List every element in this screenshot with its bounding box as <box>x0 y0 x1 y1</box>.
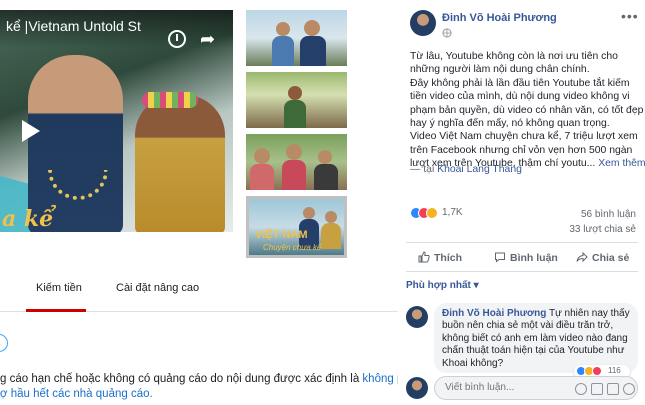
watch-later-icon[interactable] <box>168 30 186 48</box>
more-options-icon[interactable]: ••• <box>621 8 639 24</box>
thumbnail-option-selected[interactable]: VIỆT NAM Chuyện chưa kể <box>246 196 347 258</box>
commenter-avatar[interactable] <box>406 306 428 328</box>
thumbnail-option-2[interactable] <box>246 72 347 128</box>
play-icon[interactable] <box>14 116 44 146</box>
comments-count[interactable]: 56 bình luận <box>410 209 636 220</box>
settings-tabs: Kiếm tiền Cài đặt nâng cao <box>0 272 398 312</box>
emoji-icon[interactable] <box>575 383 587 395</box>
tab-monetization[interactable]: Kiếm tiền <box>36 282 82 294</box>
comment-author[interactable]: Đinh Võ Hoài Phương <box>442 308 546 319</box>
youtube-studio-panel: a kể kể |Vietnam Untold St ➦ VIỆT NAM Ch… <box>0 0 398 405</box>
active-tab-indicator <box>26 309 86 312</box>
post-actions-bar: Thích Bình luận Chia sẻ <box>406 242 638 272</box>
thumbnail-overlay-title: VIỆT NAM <box>255 229 308 241</box>
thumbs-up-icon <box>418 251 430 263</box>
notice-line-1: g cáo hạn chế hoặc không có quảng cáo do… <box>0 372 398 387</box>
author-avatar[interactable] <box>410 10 436 36</box>
location-link[interactable]: Khoai Lang Thang <box>437 164 522 175</box>
thumbnail-options: VIỆT NAM Chuyện chưa kể <box>246 10 349 264</box>
comment-filter-dropdown[interactable]: Phù hợp nhất ▾ <box>406 280 479 291</box>
comment-button[interactable]: Bình luận <box>494 251 558 264</box>
thumbnail-option-1[interactable] <box>246 10 347 66</box>
shares-count[interactable]: 33 lượt chia sẻ <box>410 224 636 235</box>
thumbnail-script-text: a kể <box>2 206 54 232</box>
post-author[interactable]: Đinh Võ Hoài Phương <box>442 12 557 24</box>
share-icon[interactable]: ➦ <box>200 29 215 50</box>
share-button[interactable]: Chia sẻ <box>576 251 629 264</box>
gif-icon[interactable] <box>607 383 619 395</box>
comment-bubble: Đinh Võ Hoài Phương Tự nhiên nay thấy bu… <box>434 303 638 373</box>
flower-crown <box>142 92 198 108</box>
see-more-link[interactable]: Xem thêm <box>598 158 645 169</box>
facebook-post: Đinh Võ Hoài Phương ••• Từ lâu, Youtube … <box>398 0 645 405</box>
post-body: Từ lâu, Youtube không còn là nơi ưu tiên… <box>410 51 645 170</box>
notice-link[interactable]: không phù <box>362 373 398 385</box>
tab-advanced-settings[interactable]: Cài đặt nâng cao <box>116 282 199 294</box>
public-globe-icon <box>442 28 452 38</box>
post-location: — tại Khoai Lang Thang <box>410 164 522 175</box>
write-comment-box[interactable] <box>434 376 638 400</box>
camera-icon[interactable] <box>591 383 603 395</box>
like-button[interactable]: Thích <box>418 251 462 264</box>
current-user-avatar <box>406 377 428 399</box>
thumbnail-option-3[interactable] <box>246 134 347 190</box>
comment-icon <box>495 252 505 263</box>
video-player[interactable]: a kể kể |Vietnam Untold St ➦ <box>0 10 233 232</box>
share-arrow-icon <box>576 251 588 263</box>
comment-love-icon <box>592 366 602 376</box>
thumbnail-overlay-subtitle: Chuyện chưa kể <box>263 243 322 252</box>
sticker-icon[interactable] <box>623 383 635 395</box>
notice-line-2-link[interactable]: ợ hầu hết các nhà quảng cáo. <box>0 387 398 402</box>
screenshot-root: a kể kể |Vietnam Untold St ➦ VIỆT NAM Ch… <box>0 0 645 405</box>
video-title: kể |Vietnam Untold St <box>0 10 233 48</box>
comment-reaction-count: 116 <box>608 366 621 375</box>
monetization-notice: g cáo hạn chế hoặc không có quảng cáo do… <box>0 372 398 402</box>
radio-button[interactable] <box>0 334 8 352</box>
person-right <box>135 95 225 232</box>
write-comment-input[interactable] <box>445 382 565 393</box>
